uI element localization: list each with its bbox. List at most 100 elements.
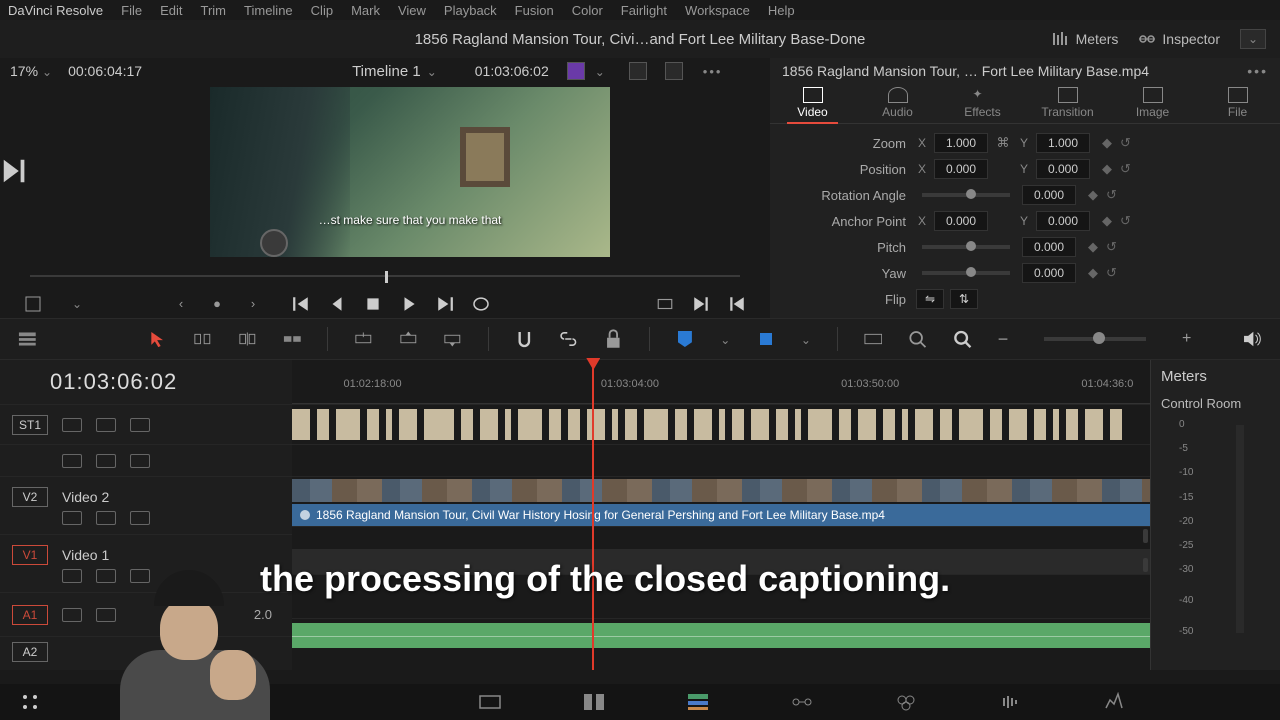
reset-icon[interactable]: ↺	[1106, 265, 1120, 281]
track-head-blank[interactable]	[0, 444, 292, 476]
play-icon[interactable]	[400, 295, 418, 313]
menu-mark[interactable]: Mark	[351, 3, 380, 18]
subtitle-clip[interactable]	[568, 409, 580, 440]
subtitle-clip[interactable]	[461, 409, 473, 440]
menu-file[interactable]: File	[121, 3, 142, 18]
anchor-y-input[interactable]: 0.000	[1036, 211, 1090, 231]
go-end-icon[interactable]	[436, 295, 454, 313]
keyframe-icon[interactable]: ◆	[1088, 239, 1100, 255]
menu-timeline[interactable]: Timeline	[244, 3, 293, 18]
position-y-input[interactable]: 0.000	[1036, 159, 1090, 179]
timeline-ruler[interactable]: 01:02:18:00 01:03:04:00 01:03:50:00 01:0…	[292, 360, 1150, 404]
rotation-input[interactable]: 0.000	[1022, 185, 1076, 205]
menu-trim[interactable]: Trim	[201, 3, 227, 18]
lock-icon[interactable]	[62, 418, 82, 432]
subtitle-clip[interactable]	[424, 409, 454, 440]
scrollbar[interactable]	[1143, 558, 1148, 572]
blade-tool[interactable]	[238, 329, 257, 349]
menu-edit[interactable]: Edit	[160, 3, 182, 18]
v2-lane[interactable]	[292, 476, 1150, 504]
yaw-slider[interactable]	[922, 271, 1010, 275]
subtitle-clip[interactable]	[1110, 409, 1122, 440]
meters-toggle[interactable]: Meters	[1052, 31, 1119, 47]
stop-icon[interactable]	[364, 295, 382, 313]
deliver-page-icon[interactable]	[1102, 692, 1126, 712]
loop-icon[interactable]	[472, 295, 490, 313]
subtitle-clip[interactable]	[902, 409, 908, 440]
tab-video[interactable]: Video	[770, 83, 855, 123]
subtitle-track-lane[interactable]	[292, 404, 1150, 444]
marker-menu[interactable]	[801, 332, 811, 347]
subtitle-clip[interactable]	[1053, 409, 1059, 440]
zoom-slider[interactable]	[1044, 337, 1146, 341]
lock-icon[interactable]	[62, 511, 82, 525]
pitch-slider[interactable]	[922, 245, 1010, 249]
record-icon[interactable]: ●	[208, 295, 226, 313]
timeline-tracks[interactable]: 01:02:18:00 01:03:04:00 01:03:50:00 01:0…	[292, 360, 1150, 670]
enable-icon[interactable]	[96, 454, 116, 468]
home-icon[interactable]	[20, 692, 40, 712]
subtitle-clip[interactable]	[336, 409, 360, 440]
tab-audio[interactable]: Audio	[855, 83, 940, 123]
subtitle-clip[interactable]	[367, 409, 379, 440]
insert-clip-icon[interactable]	[354, 329, 373, 349]
blank-lane[interactable]	[292, 444, 1150, 476]
zoom-custom-icon[interactable]	[953, 329, 972, 349]
view-icon[interactable]	[130, 454, 150, 468]
subtitle-clip[interactable]	[587, 409, 605, 440]
menu-clip[interactable]: Clip	[311, 3, 333, 18]
subtitle-clip[interactable]	[399, 409, 417, 440]
mark-in-icon[interactable]	[656, 295, 674, 313]
subtitle-clip[interactable]	[549, 409, 561, 440]
audio-clip[interactable]	[292, 623, 1150, 648]
caption-icon[interactable]	[130, 418, 150, 432]
subtitle-clip[interactable]	[915, 409, 933, 440]
subtitle-clip[interactable]	[1009, 409, 1027, 440]
tab-file[interactable]: File	[1195, 83, 1280, 123]
subtitle-clip[interactable]	[1066, 409, 1078, 440]
flag-menu[interactable]	[720, 332, 730, 347]
flip-h-button[interactable]: ⇋	[916, 289, 944, 309]
timeline-name[interactable]: Timeline 1	[352, 63, 437, 80]
subtitle-clip[interactable]	[612, 409, 618, 440]
keyframe-icon[interactable]: ◆	[1102, 135, 1114, 151]
titlebar-dropdown[interactable]	[1240, 29, 1266, 49]
go-start-icon[interactable]	[292, 295, 310, 313]
keyframe-icon[interactable]: ◆	[1102, 213, 1114, 229]
subtitle-clip[interactable]	[719, 409, 725, 440]
menu-playback[interactable]: Playback	[444, 3, 497, 18]
anchor-x-input[interactable]: 0.000	[934, 211, 988, 231]
subtitle-clip[interactable]	[858, 409, 876, 440]
subtitle-clip[interactable]	[940, 409, 952, 440]
snap-icon[interactable]	[515, 329, 534, 349]
track-head-st1[interactable]: ST1	[0, 404, 292, 444]
v1-label-lane[interactable]: 1856 Ragland Mansion Tour, Civil War His…	[292, 504, 1150, 526]
edit-page-icon[interactable]	[686, 692, 710, 712]
zoom-y-input[interactable]: 1.000	[1036, 133, 1090, 153]
timeline-view-icon[interactable]	[18, 329, 37, 349]
cut-page-icon[interactable]	[582, 692, 606, 712]
insert-tool[interactable]	[283, 329, 302, 349]
menu-app[interactable]: DaVinci Resolve	[8, 3, 103, 18]
reset-icon[interactable]: ↺	[1106, 239, 1120, 255]
keyframe-icon[interactable]: ◆	[1102, 161, 1114, 177]
options-dots[interactable]: •••	[703, 64, 723, 79]
subtitle-clip[interactable]	[1034, 409, 1046, 440]
subtitle-clip[interactable]	[644, 409, 668, 440]
marker-icon[interactable]	[756, 329, 775, 349]
subtitle-clip[interactable]	[839, 409, 851, 440]
replace-clip-icon[interactable]	[443, 329, 462, 349]
subtitle-clip[interactable]	[675, 409, 687, 440]
reset-icon[interactable]: ↺	[1120, 135, 1134, 151]
view-icon[interactable]	[130, 511, 150, 525]
subtitle-clip[interactable]	[317, 409, 329, 440]
keyframe-icon[interactable]: ◆	[1088, 265, 1100, 281]
scrollbar[interactable]	[1143, 529, 1148, 543]
subtitle-clip[interactable]	[518, 409, 542, 440]
flag-marker[interactable]	[676, 329, 695, 349]
menu-help[interactable]: Help	[768, 3, 795, 18]
tab-transition[interactable]: Transition	[1025, 83, 1110, 123]
playhead[interactable]	[592, 360, 594, 670]
step-back-icon[interactable]	[328, 295, 346, 313]
step-forward-icon[interactable]	[0, 156, 30, 186]
